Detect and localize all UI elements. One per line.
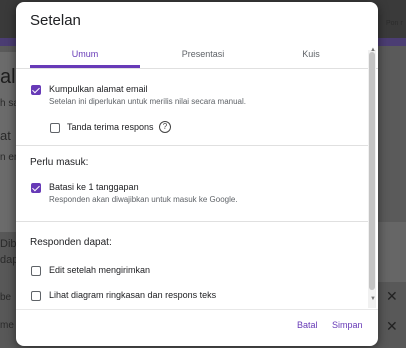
limit-one-response-label: Batasi ke 1 tanggapan — [49, 182, 139, 192]
scrollbar-thumb[interactable] — [369, 52, 375, 290]
scroll-down-icon[interactable]: ▼ — [370, 296, 376, 302]
save-button[interactable]: Simpan — [332, 320, 363, 330]
section-divider — [16, 145, 368, 146]
tab-general[interactable]: Umum — [30, 49, 140, 59]
collect-email-checkbox[interactable] — [31, 85, 41, 95]
settings-dialog: Setelan Umum Presentasi Kuis Kumpulkan a… — [16, 2, 378, 346]
section-divider — [16, 221, 368, 222]
limit-one-response-checkbox[interactable] — [31, 183, 41, 193]
cancel-button[interactable]: Batal — [297, 320, 318, 330]
background-text: al — [0, 66, 16, 88]
background-card — [378, 222, 406, 282]
help-icon[interactable]: ? — [159, 121, 171, 133]
view-summary-label: Lihat diagram ringkasan dan respons teks — [49, 290, 217, 300]
content-scrollbar[interactable]: ▲ ▼ — [368, 47, 376, 308]
background-text: be — [0, 292, 12, 303]
background-text: Dib — [0, 238, 17, 250]
edit-after-submit-checkbox[interactable] — [31, 266, 41, 276]
collect-email-description: Setelan ini diperlukan untuk merilis nil… — [49, 97, 246, 106]
view-summary-checkbox[interactable] — [31, 291, 41, 301]
settings-content: Kumpulkan alamat email Setelan ini diper… — [16, 69, 368, 309]
response-receipt-checkbox[interactable] — [50, 123, 60, 133]
footer-divider — [16, 309, 378, 310]
collect-email-label: Kumpulkan alamat email — [49, 84, 148, 94]
background-text: Pon r — [386, 20, 403, 27]
limit-one-response-description: Responden akan diwajibkan untuk masuk ke… — [49, 195, 238, 204]
section-title-sign-in: Perlu masuk: — [30, 157, 89, 168]
dialog-title: Setelan — [30, 12, 81, 29]
close-icon: ✕ — [386, 288, 398, 304]
edit-after-submit-label: Edit setelah mengirimkan — [49, 265, 151, 275]
close-icon: ✕ — [386, 318, 398, 334]
response-receipt-label: Tanda terima respons — [67, 122, 154, 132]
tab-presentation[interactable]: Presentasi — [148, 49, 258, 59]
section-title-respondents: Responden dapat: — [30, 237, 112, 248]
background-text: at — [0, 128, 11, 143]
background-text: me — [0, 320, 14, 331]
tab-quiz[interactable]: Kuis — [256, 49, 366, 59]
